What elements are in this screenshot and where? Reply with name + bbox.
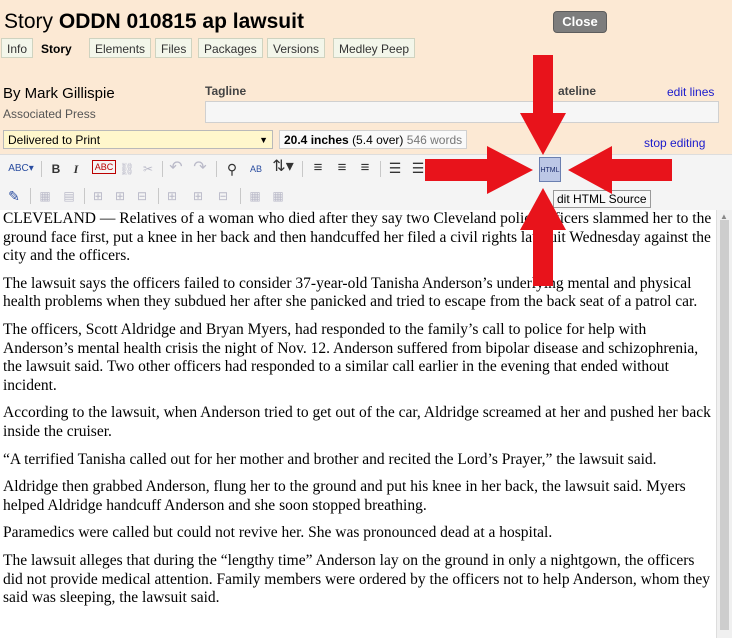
right-arrow-icon <box>425 146 533 194</box>
left-arrow-icon <box>568 146 672 194</box>
redo-icon[interactable]: ↷ <box>192 159 208 177</box>
spellcheck-label: ABC <box>8 163 29 174</box>
story-paragraph: According to the lawsuit, when Anderson … <box>3 404 711 440</box>
story-paragraph: “A terrified Tanisha called out for her … <box>3 450 657 468</box>
table-properties-icon[interactable]: ▤ <box>60 187 78 205</box>
tab-files[interactable]: Files <box>155 38 193 58</box>
tagline-label: Tagline <box>205 84 247 98</box>
find-replace-icon[interactable]: AB <box>246 160 266 178</box>
spellcheck-inline-icon[interactable]: ABC <box>92 160 116 174</box>
align-right-icon[interactable]: ≡ <box>357 159 373 177</box>
story-paragraph: CLEVELAND — Relatives of a woman who die… <box>3 210 712 265</box>
numbered-list-icon[interactable]: ☰ <box>410 159 426 177</box>
toolbar-separator <box>380 161 381 177</box>
down-arrow-icon <box>520 55 566 155</box>
toolbar-separator <box>240 188 241 204</box>
length-over: (5.4 over) <box>352 133 404 147</box>
insert-row-after-icon[interactable]: ⊞ <box>112 187 128 205</box>
title-prefix: Story <box>4 10 54 33</box>
align-left-icon[interactable]: ≡ <box>310 159 326 177</box>
spellcheck-icon[interactable]: ABC▾ <box>6 160 36 178</box>
sort-icon[interactable]: ⇅▾ <box>270 158 296 176</box>
find-icon[interactable]: ⚲ <box>222 160 242 178</box>
align-center-icon[interactable]: ≡ <box>334 159 350 177</box>
window-title: Story ODDN 010815 ap lawsuit <box>4 10 304 34</box>
delete-col-icon[interactable]: ⊟ <box>215 187 231 205</box>
editor-scrollbar[interactable]: ▲ <box>716 210 732 638</box>
story-paragraph: The lawsuit says the officers failed to … <box>3 274 698 311</box>
insert-col-before-icon[interactable]: ⊞ <box>164 187 180 205</box>
status-value: Delivered to Print <box>8 133 101 147</box>
bullet-list-icon[interactable]: ☰ <box>387 159 403 177</box>
table-icon[interactable]: ▦ <box>36 187 54 205</box>
edit-lines-link[interactable]: edit lines <box>667 85 714 99</box>
story-paragraph: The lawsuit alleges that during the “len… <box>3 551 710 607</box>
unlink-icon[interactable]: ✂ <box>140 160 156 178</box>
italic-button[interactable]: I <box>68 160 84 178</box>
tab-elements[interactable]: Elements <box>89 38 152 58</box>
insert-col-after-icon[interactable]: ⊞ <box>190 187 206 205</box>
delete-row-icon[interactable]: ⊟ <box>134 187 150 205</box>
status-dropdown[interactable]: Delivered to Print ▼ <box>3 130 273 149</box>
story-editor[interactable]: CLEVELAND — Relatives of a woman who die… <box>0 210 716 638</box>
byline-author: By Mark Gillispie <box>3 85 115 102</box>
tab-info[interactable]: Info <box>1 38 34 58</box>
toolbar-separator <box>162 161 163 177</box>
insert-row-before-icon[interactable]: ⊞ <box>90 187 106 205</box>
word-count: 546 words <box>406 133 463 147</box>
tab-story[interactable]: Story <box>35 38 78 58</box>
edit-icon[interactable]: ✎ <box>6 187 22 205</box>
close-button[interactable]: Close <box>553 11 607 33</box>
tagline-input[interactable] <box>205 101 719 123</box>
byline-agency: Associated Press <box>3 107 96 121</box>
story-paragraph: Aldridge then grabbed Anderson, flung he… <box>3 478 686 514</box>
tab-medley-peep[interactable]: Medley Peep <box>333 38 416 58</box>
toolbar-separator <box>41 161 42 177</box>
length-inches: 20.4 inches <box>284 133 349 147</box>
tab-versions[interactable]: Versions <box>267 38 326 58</box>
story-slug: ODDN 010815 ap lawsuit <box>58 10 304 33</box>
toolbar-separator <box>216 161 217 177</box>
merge-cells-icon[interactable]: ▦ <box>270 187 286 205</box>
link-icon[interactable]: ⛓ <box>119 160 135 178</box>
toolbar-separator <box>84 188 85 204</box>
toolbar-separator <box>158 188 159 204</box>
story-paragraph: The officers, Scott Aldridge and Bryan M… <box>3 320 699 394</box>
bold-button[interactable]: B <box>48 160 64 178</box>
split-cell-icon[interactable]: ▦ <box>247 187 263 205</box>
undo-icon[interactable]: ↶ <box>168 159 184 177</box>
edit-html-source-button[interactable]: HTML <box>539 157 561 182</box>
story-paragraph: Paramedics were called but could not rev… <box>3 524 553 542</box>
up-arrow-icon <box>520 188 566 286</box>
tab-packages[interactable]: Packages <box>198 38 263 58</box>
toolbar-separator <box>302 161 303 177</box>
dropdown-arrow-icon: ▼ <box>259 135 268 145</box>
toolbar-separator <box>30 188 31 204</box>
scroll-thumb[interactable] <box>720 220 729 630</box>
